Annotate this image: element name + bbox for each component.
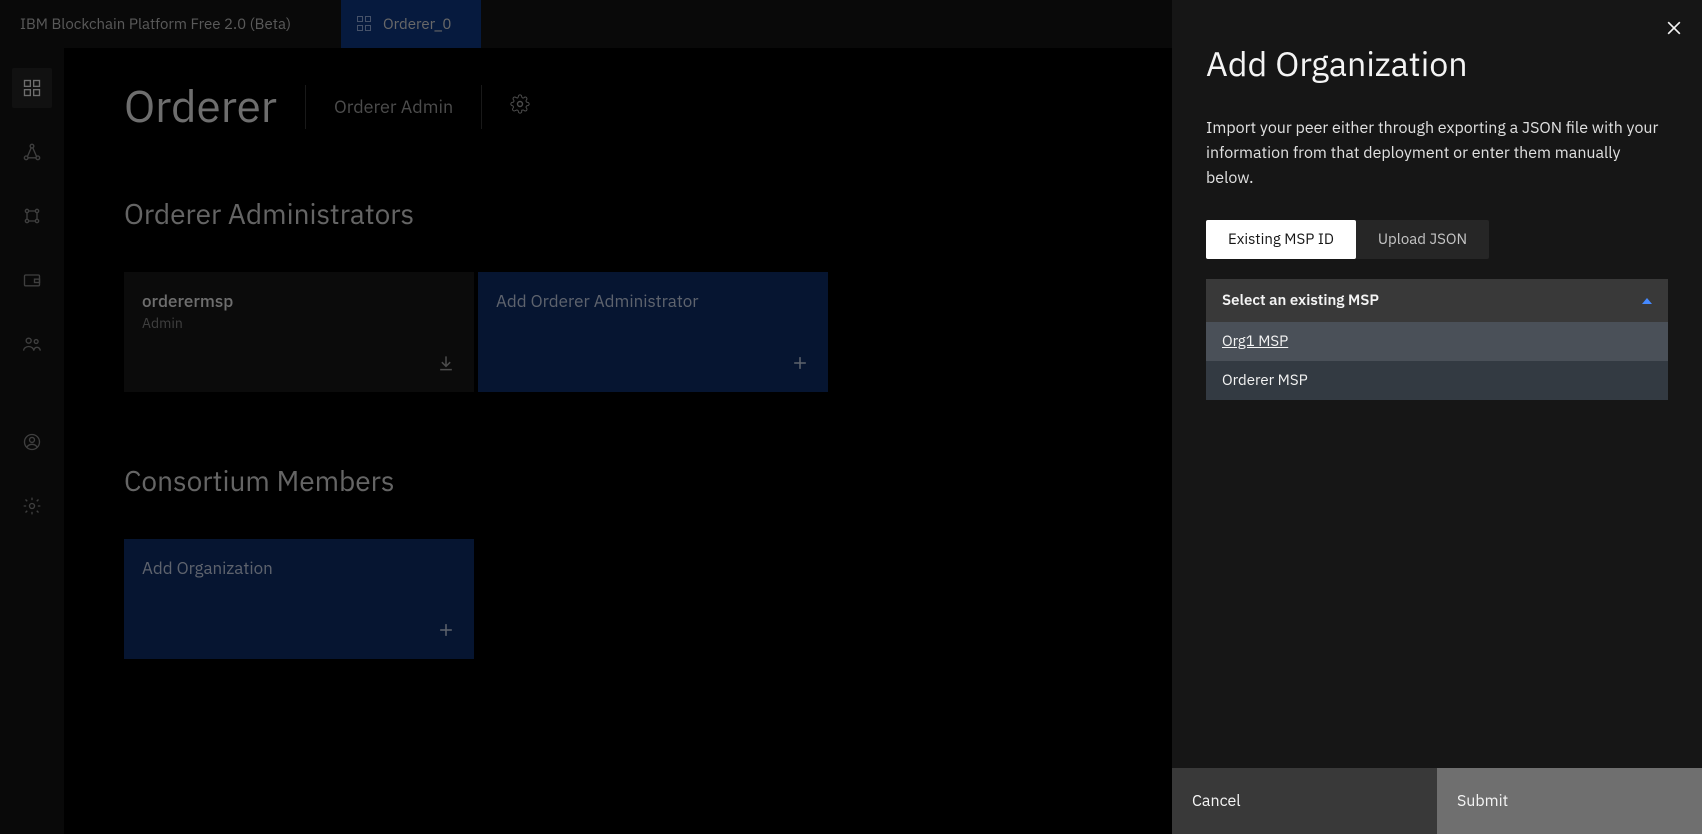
import-method-tabs: Existing MSP ID Upload JSON [1206,220,1489,259]
close-button[interactable] [1660,14,1688,42]
msp-dropdown-toggle[interactable]: Select an existing MSP [1206,279,1668,322]
panel-description: Import your peer either through exportin… [1206,116,1668,190]
msp-dropdown-list: Org1 MSP Orderer MSP [1206,322,1668,400]
panel-footer: Cancel Submit [1172,768,1702,834]
msp-dropdown-label: Select an existing MSP [1222,291,1379,310]
add-organization-panel: Add Organization Import your peer either… [1172,0,1702,834]
tab-existing-msp[interactable]: Existing MSP ID [1206,220,1356,259]
chevron-up-icon [1642,298,1652,304]
msp-dropdown: Select an existing MSP Org1 MSP Orderer … [1206,279,1668,400]
tab-upload-json[interactable]: Upload JSON [1356,220,1489,259]
cancel-button[interactable]: Cancel [1172,768,1437,834]
panel-title: Add Organization [1206,42,1668,86]
msp-option-orderer[interactable]: Orderer MSP [1206,361,1668,400]
msp-option-org1[interactable]: Org1 MSP [1206,322,1668,361]
submit-button[interactable]: Submit [1437,768,1702,834]
close-icon [1664,18,1684,38]
